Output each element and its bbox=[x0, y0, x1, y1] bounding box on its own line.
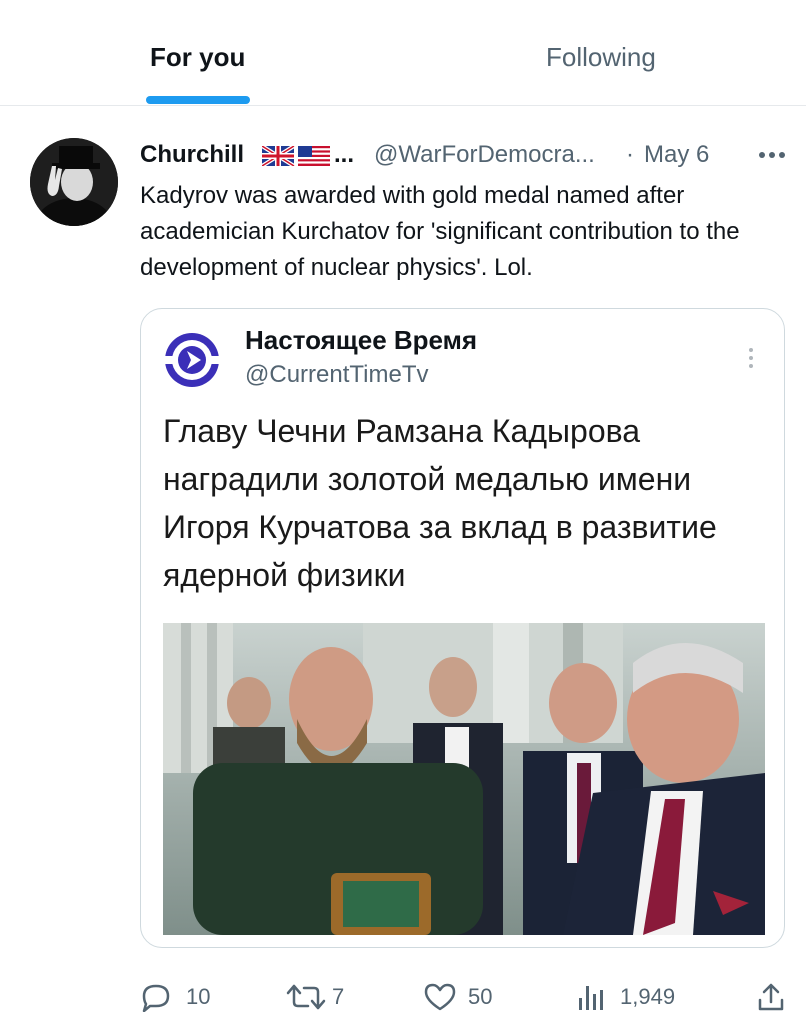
user-handle[interactable]: @WarForDemocra... bbox=[374, 138, 595, 172]
more-options-icon[interactable] bbox=[756, 142, 788, 168]
news-photo[interactable] bbox=[163, 623, 765, 935]
quoted-headline: Главу Чечни Рамзана Кадырова наградили з… bbox=[163, 413, 717, 593]
timeline-tabs: For you Following bbox=[0, 0, 806, 106]
share-icon bbox=[758, 983, 784, 1011]
quoted-display-name[interactable]: Настоящее Время bbox=[245, 325, 477, 356]
vertical-more-icon[interactable] bbox=[745, 345, 757, 371]
reply-icon bbox=[142, 984, 170, 1012]
uk-flag-icon bbox=[262, 146, 296, 166]
views-chart-icon bbox=[579, 986, 603, 1010]
retweet-icon bbox=[286, 984, 326, 1010]
active-tab-indicator bbox=[146, 96, 250, 104]
tweet[interactable]: Churchill ... @WarForDemocra... · May 6 … bbox=[0, 116, 806, 1024]
tweet-text: Kadyrov was awarded with gold medal name… bbox=[140, 182, 740, 281]
tweet-actions: 10 7 50 1,949 bbox=[0, 972, 806, 1022]
heart-icon bbox=[424, 983, 456, 1011]
tab-for-you[interactable]: For you bbox=[150, 40, 245, 74]
tweet-header: Churchill ... @WarForDemocra... · May 6 bbox=[140, 138, 785, 172]
tab-following[interactable]: Following bbox=[546, 40, 656, 74]
display-name-truncation: ... bbox=[334, 141, 355, 168]
view-count: 1,949 bbox=[620, 984, 676, 1009]
retweet-count: 7 bbox=[332, 984, 345, 1009]
quoted-handle[interactable]: @CurrentTimeTv bbox=[245, 361, 429, 389]
separator-dot: · bbox=[626, 141, 634, 168]
quoted-tweet-card[interactable]: Настоящее Время @CurrentTimeTv Главу Чеч… bbox=[140, 308, 785, 948]
flag-icons bbox=[262, 146, 330, 166]
display-name[interactable]: Churchill bbox=[140, 138, 244, 172]
like-count: 50 bbox=[468, 984, 493, 1009]
avatar[interactable] bbox=[30, 138, 118, 226]
tweet-date[interactable]: May 6 bbox=[644, 138, 709, 172]
us-flag-icon bbox=[298, 146, 330, 166]
reply-count: 10 bbox=[186, 984, 211, 1009]
current-time-logo-icon bbox=[163, 333, 221, 387]
